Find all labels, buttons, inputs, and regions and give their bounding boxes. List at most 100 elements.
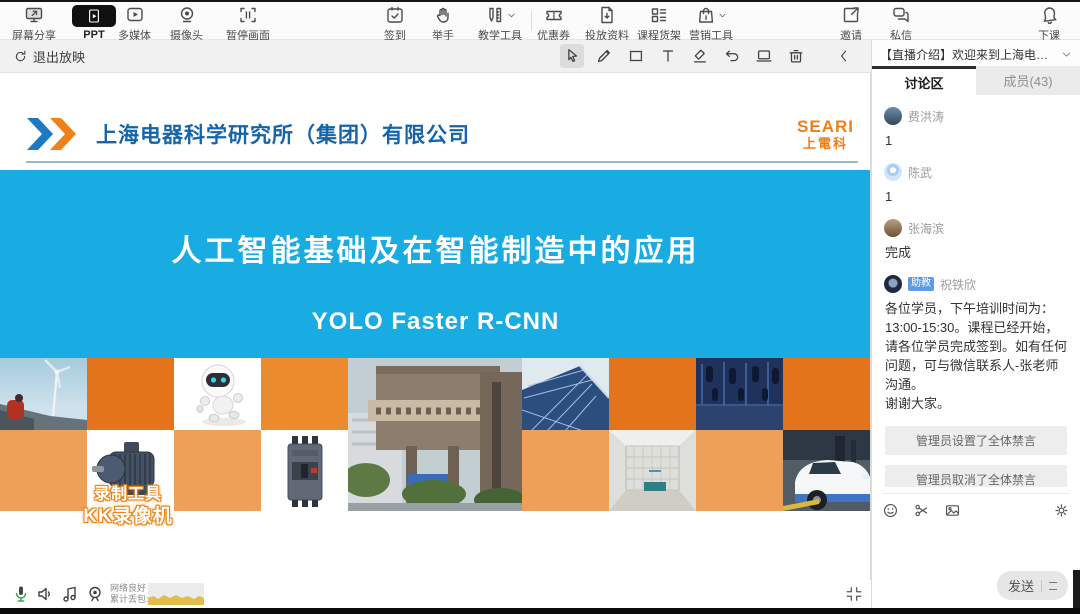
toolbar-invite[interactable]: 邀请: [840, 5, 862, 43]
shelf-grid-icon: [649, 5, 669, 25]
undo-tool[interactable]: [720, 44, 744, 68]
top-toolbar: 屏幕分享 PPT 多媒体 摄像头 暂停画面: [0, 2, 1080, 40]
recorder-watermark: 录制工具 KK录像机: [50, 484, 206, 529]
tab-discussion[interactable]: 讨论区: [872, 66, 976, 95]
mosaic-orange-tile: [783, 358, 871, 430]
toolbar-raise-hand[interactable]: 举手: [432, 5, 454, 43]
chat-input[interactable]: [878, 522, 1074, 572]
mosaic-orange-tile: [609, 358, 696, 430]
toolbar-ppt[interactable]: PPT: [72, 5, 116, 41]
chat-message: 陈武 1: [884, 163, 1068, 206]
ppt-slide: 上海电器科学研究所（集团）有限公司 SEARI 上電科 人工智能基础及在智能制造…: [0, 73, 871, 580]
chat-bubbles-icon: [891, 5, 911, 25]
exit-fullscreen-icon[interactable]: [845, 585, 863, 603]
ppt-icon: [72, 5, 116, 27]
system-message: 管理员取消了全体禁言: [885, 465, 1067, 487]
speaker-button[interactable]: [34, 583, 56, 605]
toolbar-marketing-tools[interactable]: 营销工具: [689, 5, 733, 43]
camera-button[interactable]: [84, 583, 106, 605]
photo-electric-car: [783, 430, 871, 511]
double-chevron-logo-icon: [26, 117, 82, 151]
toolbar-coupon[interactable]: 优惠券: [537, 5, 570, 43]
toolbar-multimedia[interactable]: 多媒体: [118, 5, 151, 43]
toolbar-screen-share[interactable]: 屏幕分享: [12, 5, 56, 43]
slide-subtitle: YOLO Faster R-CNN: [0, 308, 871, 336]
watermark-line2: KK录像机: [50, 505, 206, 529]
photo-institute-building: [348, 358, 522, 511]
chat-message-list[interactable]: 费洪涛 1 陈武 1 张海滨 完成: [872, 95, 1080, 487]
toolbar-pause-screen[interactable]: 暂停画面: [226, 5, 270, 43]
rectangle-tool[interactable]: [624, 44, 648, 68]
live-intro-title: 【直播介绍】欢迎来到上海电器...: [880, 46, 1057, 63]
trash-tool[interactable]: [784, 44, 808, 68]
chat-settings-gear-icon[interactable]: [1053, 502, 1070, 519]
music-button[interactable]: [59, 583, 81, 605]
select-cursor-tool[interactable]: [560, 44, 584, 68]
chat-message: 费洪涛 1: [884, 107, 1068, 150]
pencil-tool[interactable]: [592, 44, 616, 68]
webcam-icon: [177, 5, 197, 25]
drawing-toolbar: [560, 44, 888, 68]
avatar: [884, 163, 902, 181]
bell-icon: [1039, 5, 1059, 25]
photo-anechoic-chamber: [609, 430, 696, 511]
media-player-icon: [125, 5, 145, 25]
mosaic-orange-tile: [696, 430, 783, 511]
previous-slide-button[interactable]: [832, 44, 856, 68]
mosaic-orange-tile: [522, 430, 609, 511]
toolbar-private-message[interactable]: 私信: [890, 5, 912, 43]
mosaic-orange-tile: [261, 358, 348, 430]
message-author: 祝铁欣: [940, 276, 976, 293]
system-message: 管理员设置了全体禁言: [885, 426, 1067, 455]
tab-members[interactable]: 成员(43): [976, 66, 1080, 95]
document-arrow-icon: [597, 5, 617, 25]
whiteboard-tool[interactable]: [752, 44, 776, 68]
message-text: 各位学员，下午培训时间为：13:00-15:30。课程已经开始，请各位学员完成签…: [885, 299, 1068, 413]
live-intro-bar[interactable]: 【直播介绍】欢迎来到上海电器...: [872, 40, 1080, 66]
exit-presentation-label: 退出放映: [33, 47, 85, 66]
message-author: 费洪涛: [908, 108, 944, 125]
avatar: [884, 275, 902, 293]
pause-screen-icon: [238, 5, 258, 25]
slide-title: 人工智能基础及在智能制造中的应用: [0, 226, 871, 270]
scrollbar-block[interactable]: [1073, 570, 1080, 608]
calendar-check-icon: [385, 5, 405, 25]
photo-solar-panels: [522, 358, 609, 430]
shopping-bag-icon: [696, 5, 716, 25]
eraser-tool[interactable]: [688, 44, 712, 68]
toolbar-teaching-tools[interactable]: 教学工具: [478, 5, 522, 43]
screenshot-scissors-icon[interactable]: [913, 502, 930, 519]
toolbar-separator: [531, 11, 532, 31]
mosaic-orange-tile: [87, 358, 174, 430]
raise-hand-icon: [433, 5, 453, 25]
message-text: 完成: [885, 243, 1068, 262]
photo-circuit-breakers: [261, 430, 348, 511]
header-divider: [26, 161, 858, 163]
chevron-down-icon[interactable]: [1061, 49, 1072, 60]
message-author: 张海滨: [908, 220, 944, 237]
toolbar-materials[interactable]: 投放资料: [585, 5, 629, 43]
watermark-line1: 录制工具: [50, 484, 206, 505]
app-window: 屏幕分享 PPT 多媒体 摄像头 暂停画面: [0, 0, 1080, 614]
photo-high-voltage-lab: [696, 358, 783, 430]
photo-robot: [174, 358, 261, 430]
share-invite-icon: [841, 5, 861, 25]
send-options-icon[interactable]: [1049, 582, 1057, 590]
toolbar-sign-in[interactable]: 签到: [384, 5, 406, 43]
send-row: 发送: [997, 571, 1068, 600]
company-title: 上海电器科学研究所（集团）有限公司: [96, 119, 470, 149]
chat-tabs: 讨论区 成员(43): [872, 66, 1080, 95]
toolbar-end-class[interactable]: 下课: [1038, 5, 1060, 43]
seari-logo-text: SEARI: [797, 118, 854, 135]
exit-presentation-button[interactable]: 退出放映: [13, 47, 85, 66]
toolbar-camera[interactable]: 摄像头: [170, 5, 203, 43]
text-tool[interactable]: [656, 44, 680, 68]
avatar: [884, 219, 902, 237]
chat-panel: 【直播介绍】欢迎来到上海电器... 讨论区 成员(43) 费洪涛 1 陈武: [871, 40, 1080, 608]
image-upload-icon[interactable]: [944, 502, 961, 519]
emoji-icon[interactable]: [882, 502, 899, 519]
photo-wind-turbine: [0, 358, 87, 430]
microphone-button[interactable]: [10, 583, 32, 605]
send-button[interactable]: 发送: [997, 571, 1068, 600]
toolbar-course-shelf[interactable]: 课程货架: [637, 5, 681, 43]
